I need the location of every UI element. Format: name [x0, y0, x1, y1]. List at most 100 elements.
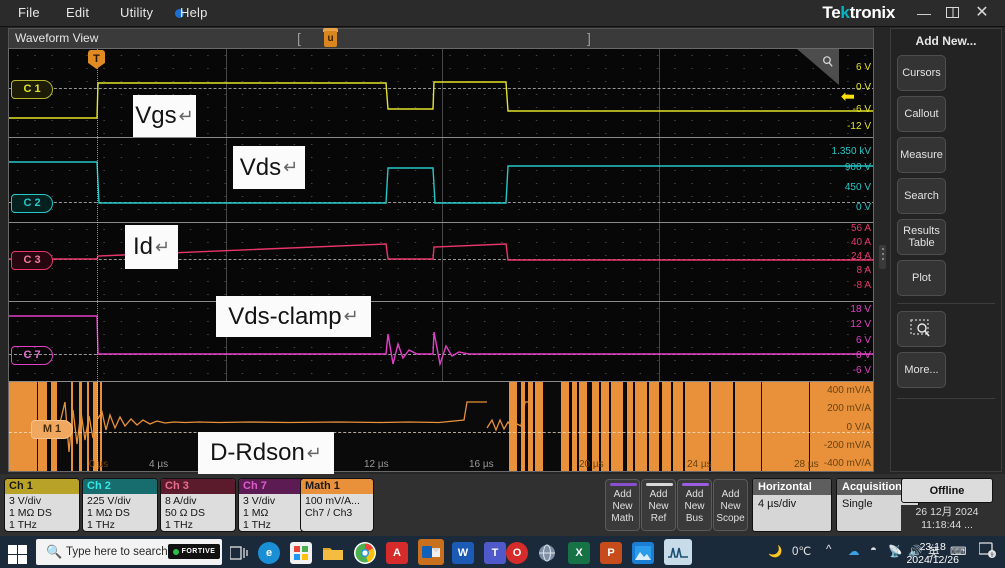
- channel-card-ch1[interactable]: Ch 1 3 V/div 1 MΩ DS 1 THz: [4, 478, 80, 532]
- trigger-position-line: [97, 49, 98, 471]
- add-search-button[interactable]: Search: [897, 178, 946, 214]
- channel-card-math1-title: Math 1: [301, 479, 373, 494]
- add-new-ref-button[interactable]: Add New Ref: [641, 479, 676, 531]
- network-warning-icon[interactable]: 📡: [888, 544, 902, 558]
- add-new-math-l3: Math: [611, 513, 634, 524]
- annotation-vds-clamp-cr: ↵: [343, 306, 359, 326]
- slice-ch7[interactable]: 18 V 12 V 6 V 0 V -6 V C 7: [9, 302, 873, 381]
- annotation-vgs-cr: ↵: [178, 105, 194, 126]
- taskbar-clock[interactable]: 23:18 2024/12/26: [906, 539, 959, 567]
- channel-badge-ch3[interactable]: C 3: [11, 251, 53, 270]
- ch1-bandwidth: 1 THz: [9, 519, 37, 532]
- opera-icon[interactable]: O: [506, 542, 528, 564]
- menu-bar: File Edit Utility Help Tektronix — ✕: [0, 0, 1005, 27]
- add-new-ref-l1: Add: [649, 489, 668, 500]
- wifi-icon[interactable]: ◓: [870, 544, 877, 556]
- annotation-id-cr: ↵: [154, 236, 171, 257]
- add-new-math-l1: Add: [613, 489, 632, 500]
- ch2-scale-label-1: 900 V: [844, 162, 871, 173]
- add-measure-button[interactable]: Measure: [897, 137, 946, 173]
- fortive-label: FORTIVE: [181, 548, 216, 555]
- outlook-icon[interactable]: [418, 539, 444, 565]
- teams-icon[interactable]: T: [484, 542, 506, 564]
- word-icon[interactable]: W: [452, 542, 474, 564]
- globe-icon[interactable]: [536, 542, 558, 564]
- add-new-bus-button[interactable]: Add New Bus: [677, 479, 712, 531]
- slice-math1[interactable]: 400 mV/A 200 mV/A 0 V/A -200 mV/A -400 m…: [9, 382, 873, 471]
- ch2-coupling: 1 MΩ DS: [87, 507, 130, 520]
- start-button[interactable]: [4, 541, 28, 564]
- time-label-6: 28 µs: [794, 459, 819, 470]
- edge-icon[interactable]: e: [258, 542, 280, 564]
- fortive-badge[interactable]: FORTIVE: [168, 544, 220, 559]
- excel-icon[interactable]: X: [568, 542, 590, 564]
- horizontal-card-title: Horizontal: [753, 479, 831, 495]
- record-position-badge[interactable]: u: [324, 31, 337, 47]
- ch1-cursor-arrow-icon[interactable]: ⬅: [841, 87, 855, 107]
- add-new-scope-button[interactable]: Add New Scope: [713, 479, 748, 531]
- add-new-math-button[interactable]: Add New Math: [605, 479, 640, 531]
- channel-badge-ch2[interactable]: C 2: [11, 194, 53, 213]
- more-button[interactable]: More...: [897, 352, 946, 388]
- menu-utility[interactable]: Utility: [120, 5, 153, 20]
- explorer-icon[interactable]: [322, 542, 344, 564]
- ch1-vdiv: 3 V/div: [9, 495, 42, 507]
- add-callout-button[interactable]: Callout: [897, 96, 946, 132]
- clock-date: 2024/12/26: [906, 554, 959, 566]
- window-maximize-button[interactable]: [941, 4, 963, 22]
- channel-card-ch2-title: Ch 2: [83, 479, 157, 494]
- show-hidden-icons-chevron[interactable]: ^: [826, 544, 831, 556]
- chrome-icon[interactable]: [354, 542, 376, 564]
- oscilloscope-window: File Edit Utility Help Tektronix — ✕ Wav…: [0, 0, 1005, 568]
- channel-card-ch2[interactable]: Ch 2 225 V/div 1 MΩ DS 1 THz: [82, 478, 158, 532]
- onedrive-icon[interactable]: ☁: [848, 544, 860, 558]
- time-label-5: 24 µs: [687, 459, 712, 470]
- add-cursors-button[interactable]: Cursors: [897, 55, 946, 91]
- channel-badge-ch7[interactable]: C 7: [11, 346, 53, 365]
- add-new-scope-l1: Add: [721, 489, 740, 500]
- slice-ch2[interactable]: 1.350 kV 900 V 450 V 0 V C 2: [9, 138, 873, 222]
- channel-badge-ch1[interactable]: C 1: [11, 80, 53, 99]
- channel-card-ch3[interactable]: Ch 3 8 A/div 50 Ω DS 1 THz: [160, 478, 236, 532]
- time-label-4: 20 µs: [579, 459, 604, 470]
- ch7-scale-label-3: 0 V: [855, 350, 871, 361]
- add-new-panel: Add New... Cursors Callout Measure Searc…: [890, 28, 1002, 472]
- menu-help[interactable]: Help: [180, 5, 208, 20]
- math1-scale-label-0: 400 mV/A: [827, 385, 871, 396]
- add-plot-button[interactable]: Plot: [897, 260, 946, 296]
- window-minimize-button[interactable]: —: [913, 4, 935, 22]
- waveform-view-header[interactable]: Waveform View [ ] u: [8, 28, 874, 48]
- bottom-settings-bar: Ch 1 3 V/div 1 MΩ DS 1 THz Ch 2 225 V/di…: [0, 474, 1005, 536]
- task-view-icon[interactable]: [228, 542, 250, 564]
- math1-scale: 100 mV/A...: [305, 495, 360, 507]
- ch7-scale-label-0: 18 V: [850, 304, 871, 315]
- menu-file[interactable]: File: [18, 5, 40, 20]
- add-results-table-button[interactable]: Results Table: [897, 219, 946, 255]
- store-icon[interactable]: [290, 542, 312, 564]
- ch2-scale-label-3: 0 V: [855, 202, 871, 213]
- window-close-button[interactable]: ✕: [971, 4, 993, 22]
- ch3-scale-label-0: 56 A: [850, 223, 871, 234]
- clock-time: 23:18: [919, 541, 946, 553]
- channel-badge-math1[interactable]: M 1: [31, 420, 73, 439]
- notification-center-icon[interactable]: 9: [978, 542, 997, 561]
- channel-card-math1[interactable]: Math 1 100 mV/A... Ch7 / Ch3: [300, 478, 374, 532]
- math1-scale-label-4: -400 mV/A: [823, 458, 871, 469]
- menu-edit[interactable]: Edit: [66, 5, 89, 20]
- weather-moon-icon[interactable]: 🌙: [768, 544, 782, 558]
- acrobat-icon[interactable]: A: [386, 542, 408, 564]
- offline-status-button[interactable]: Offline: [901, 478, 993, 503]
- temperature-label: 0℃: [792, 546, 812, 558]
- tekscope-icon[interactable]: [664, 539, 692, 565]
- tektronix-logo: Tektronix: [822, 3, 895, 22]
- math1-waveform: [58, 401, 529, 453]
- horizontal-card[interactable]: Horizontal 4 µs/div: [752, 478, 832, 532]
- powerpoint-icon[interactable]: P: [600, 542, 622, 564]
- panel-drag-handle[interactable]: [879, 245, 886, 269]
- photos-icon[interactable]: [632, 542, 654, 564]
- annotation-vds-clamp-text: Vds-clamp: [228, 302, 342, 330]
- zoom-area-button[interactable]: [897, 311, 946, 347]
- add-new-ref-l3: Ref: [650, 513, 667, 524]
- status-time: 11:18:44 ...: [921, 519, 973, 531]
- math1-expression: Ch7 / Ch3: [305, 507, 353, 520]
